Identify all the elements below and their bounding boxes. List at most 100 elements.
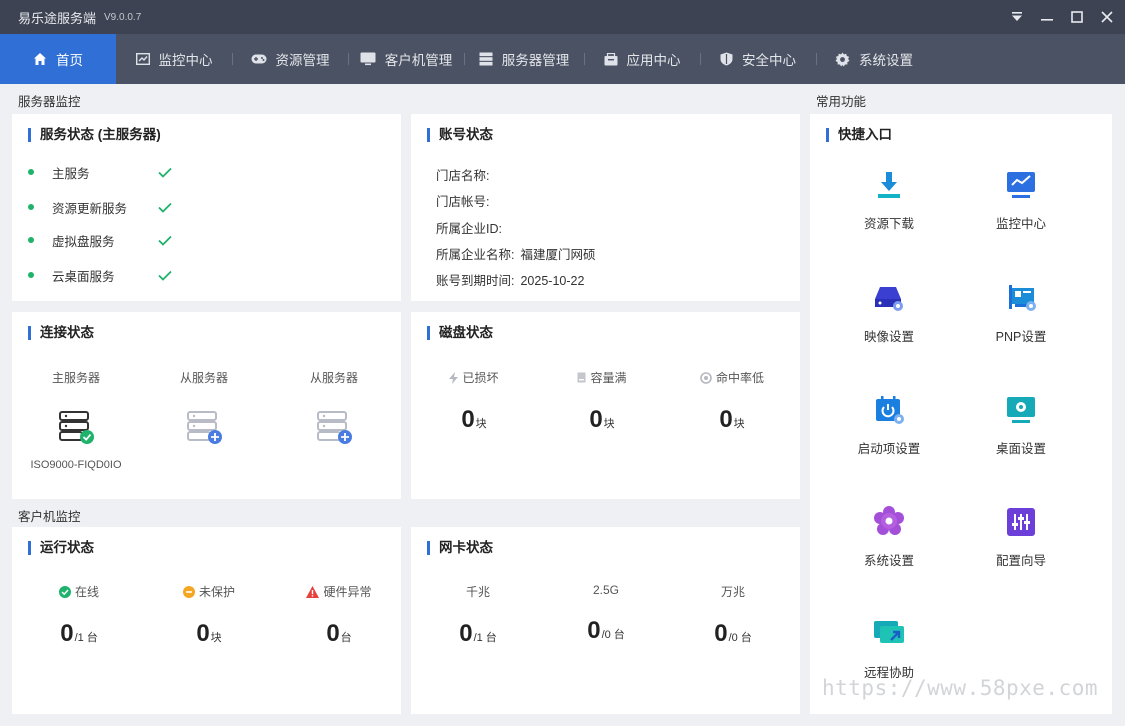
status-dot xyxy=(28,169,34,175)
quick-system-settings[interactable]: 系统设置 xyxy=(834,505,944,569)
run-stat-online: 在线 0/1 台 xyxy=(24,583,134,648)
nav-system-settings[interactable]: 系统设置 xyxy=(816,34,932,84)
stat-value: 0 xyxy=(196,620,210,647)
account-row-label: 所属企业名称: xyxy=(436,248,515,262)
minimize-button[interactable] xyxy=(1033,0,1061,34)
menu-dropdown-button[interactable] xyxy=(1003,0,1031,34)
disk-status-card: 磁盘状态 已损坏 0块 容量满 0块 命中率低 0块 xyxy=(411,312,800,499)
triangle-down-icon xyxy=(1012,12,1022,21)
stat-value: 0 xyxy=(60,620,74,647)
quick-pnp-settings[interactable]: PNP设置 xyxy=(966,281,1076,345)
account-row-value: 福建厦门网硕 xyxy=(520,248,596,262)
main-nav: 首页 监控中心 资源管理 客户机管理 服务器管理 应用中心 安全中心 系统设置 xyxy=(0,34,1125,84)
quick-monitor-center[interactable]: 监控中心 xyxy=(966,168,1076,232)
server-label: 主服务器 xyxy=(51,371,100,385)
maximize-button[interactable] xyxy=(1063,0,1091,34)
nav-client-management-label: 客户机管理 xyxy=(384,53,453,68)
status-dot xyxy=(28,237,34,243)
app-title: 易乐途服务端 xyxy=(18,10,97,26)
stat-unit: 台 xyxy=(340,632,352,644)
quick-resource-download[interactable]: 资源下载 xyxy=(834,168,944,232)
service-row: 云桌面服务 xyxy=(28,266,188,284)
chart-icon xyxy=(135,53,150,65)
quick-label: 资源下载 xyxy=(863,217,914,231)
account-row-label: 门店帐号: xyxy=(436,195,490,209)
nav-home-label: 首页 xyxy=(56,53,83,68)
account-status-title: 账号状态 xyxy=(427,128,493,142)
nav-security-center[interactable]: 安全中心 xyxy=(700,34,816,84)
quick-config-wizard[interactable]: 配置向导 xyxy=(966,505,1076,569)
nav-monitor-center[interactable]: 监控中心 xyxy=(116,34,232,84)
quick-label: 启动项设置 xyxy=(857,442,921,456)
slave-server-2[interactable]: 从服务器 xyxy=(274,369,394,449)
nav-client-management[interactable]: 客户机管理 xyxy=(348,34,464,84)
quick-desktop-settings[interactable]: 桌面设置 xyxy=(966,393,1076,457)
account-row-enterprise-id: 所属企业ID: xyxy=(436,218,502,237)
stat-unit: 块 xyxy=(210,632,222,644)
title-bar: 易乐途服务端 V9.0.0.7 xyxy=(0,0,1125,34)
stat-label: 在线 xyxy=(74,585,99,599)
run-stat-hardware-error: 硬件异常 0台 xyxy=(284,583,394,648)
quick-startup-settings[interactable]: 启动项设置 xyxy=(834,393,944,457)
server-add-icon xyxy=(187,411,222,444)
power-calendar-icon xyxy=(876,396,904,424)
shield-icon xyxy=(720,52,733,66)
slave-server-1[interactable]: 从服务器 xyxy=(144,369,264,449)
check-icon xyxy=(158,270,172,281)
stat-label: 2.5G xyxy=(592,583,619,597)
nav-app-center[interactable]: 应用中心 xyxy=(584,34,700,84)
quick-label: 桌面设置 xyxy=(995,442,1046,456)
close-icon xyxy=(1101,11,1113,23)
account-row-label: 所属企业ID: xyxy=(436,222,502,236)
account-row-label: 门店名称: xyxy=(436,169,490,183)
nav-monitor-center-label: 监控中心 xyxy=(158,53,213,68)
account-row-store-name: 门店名称: xyxy=(436,165,489,184)
online-icon xyxy=(58,585,71,598)
service-name: 云桌面服务 xyxy=(52,269,115,284)
disk-stat-low-hit-rate: 命中率低 0块 xyxy=(677,369,787,434)
service-row: 虚拟盘服务 xyxy=(28,231,188,249)
quick-image-settings[interactable]: 映像设置 xyxy=(834,281,944,345)
close-button[interactable] xyxy=(1093,0,1121,34)
nic-stat-gigabit: 千兆 0/1 台 xyxy=(423,583,533,648)
account-row-label: 账号到期时间: xyxy=(436,274,515,288)
server-host: ISO9000-FIQD0IO xyxy=(30,459,122,471)
stat-unit: /1 台 xyxy=(473,632,497,644)
account-row-expiry: 账号到期时间: 2025-10-22 xyxy=(436,270,584,289)
check-icon xyxy=(158,235,172,246)
remote-screen-icon xyxy=(874,621,904,643)
lightning-icon xyxy=(449,371,459,384)
stat-value: 0 xyxy=(459,620,473,647)
box-icon xyxy=(604,52,617,65)
run-status-title: 运行状态 xyxy=(28,541,94,555)
nic-stat-2-5g: 2.5G 0/0 台 xyxy=(551,583,661,645)
quick-label: 监控中心 xyxy=(995,217,1046,231)
check-icon xyxy=(158,202,172,213)
quick-remote-assist[interactable]: 远程协助 xyxy=(834,617,944,681)
stat-unit: /0 台 xyxy=(728,632,752,644)
stat-value: 0 xyxy=(589,406,603,433)
stat-label: 未保护 xyxy=(198,585,235,599)
stat-label: 硬件异常 xyxy=(323,585,372,599)
gear-icon xyxy=(835,51,850,67)
quick-label: 映像设置 xyxy=(863,330,914,344)
disk-full-icon xyxy=(577,372,586,383)
app-version: V9.0.0.7 xyxy=(104,11,142,23)
run-status-card: 运行状态 在线 0/1 台 未保护 0块 硬件异常 0台 xyxy=(12,527,401,714)
connection-status-title: 连接状态 xyxy=(28,326,94,340)
account-row-store-account: 门店帐号: xyxy=(436,191,489,210)
nav-resource-management[interactable]: 资源管理 xyxy=(232,34,348,84)
nav-server-management-label: 服务器管理 xyxy=(501,53,570,68)
server-monitor-section-label: 服务器监控 xyxy=(18,95,81,109)
server-label: 从服务器 xyxy=(309,371,358,385)
status-dot xyxy=(28,204,34,210)
stat-value: 0 xyxy=(714,620,728,647)
quick-entry-title: 快捷入口 xyxy=(826,128,892,142)
nav-server-management[interactable]: 服务器管理 xyxy=(464,34,584,84)
quick-label: 配置向导 xyxy=(995,554,1046,568)
stat-label: 容量满 xyxy=(590,371,627,385)
nav-home[interactable]: 首页 xyxy=(0,34,116,84)
watermark: https://www.58pxe.com xyxy=(822,676,1099,700)
quick-label: PNP设置 xyxy=(995,330,1047,344)
master-server[interactable]: 主服务器 ISO9000-FIQD0IO xyxy=(16,369,136,471)
